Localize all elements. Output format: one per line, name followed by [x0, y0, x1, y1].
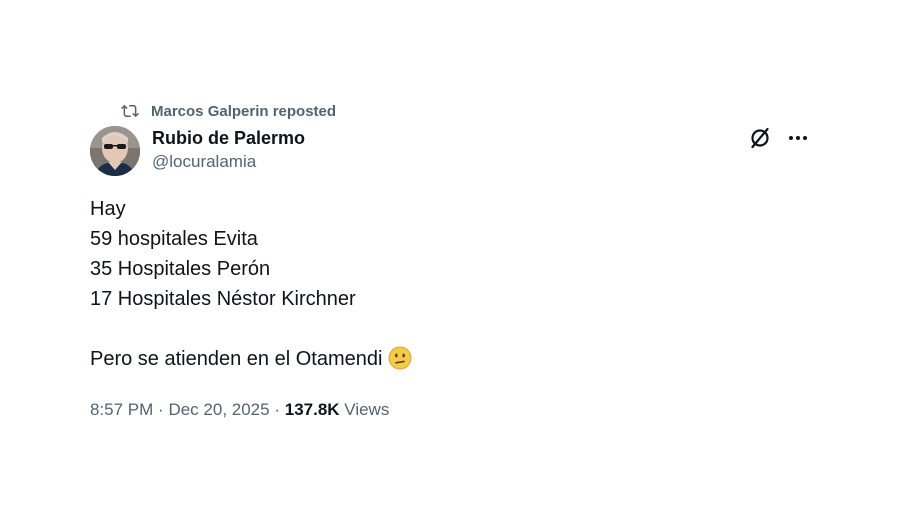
tweet-line: Hay [90, 198, 126, 220]
confused-face-emoji-icon [388, 346, 412, 370]
meta-separator: · [274, 400, 280, 419]
views-count: 137.8K [284, 400, 340, 419]
tweet-line: 17 Hospitales Néstor Kirchner [90, 288, 356, 310]
avatar[interactable] [90, 126, 140, 176]
more-options-icon[interactable] [786, 126, 810, 150]
author-display-name[interactable]: Rubio de Palermo [152, 126, 305, 150]
grok-icon[interactable] [748, 126, 772, 150]
tweet-line-final: Pero se atienden en el Otamendi [90, 344, 790, 374]
repost-text[interactable]: Marcos Galperin reposted [151, 103, 336, 120]
tweet-actions [748, 126, 810, 150]
tweet-line: Pero se atienden en el Otamendi [90, 348, 383, 370]
repost-icon [120, 102, 140, 120]
tweet-line: 59 hospitales Evita [90, 228, 258, 250]
tweet-text: Hay 59 hospitales Evita 35 Hospitales Pe… [90, 194, 790, 374]
tweet-date[interactable]: Dec 20, 2025 [168, 400, 269, 419]
author-info: Rubio de Palermo @locuralamia [152, 126, 305, 174]
tweet-meta: 8:57 PM · Dec 20, 2025 · 137.8K Views [90, 398, 389, 422]
views-label: Views [344, 400, 390, 419]
tweet-time[interactable]: 8:57 PM [90, 400, 153, 419]
meta-separator: · [158, 400, 164, 419]
author-handle[interactable]: @locuralamia [152, 150, 305, 174]
tweet-line: 35 Hospitales Perón [90, 258, 271, 280]
repost-indicator[interactable]: Marcos Galperin reposted [120, 101, 336, 121]
